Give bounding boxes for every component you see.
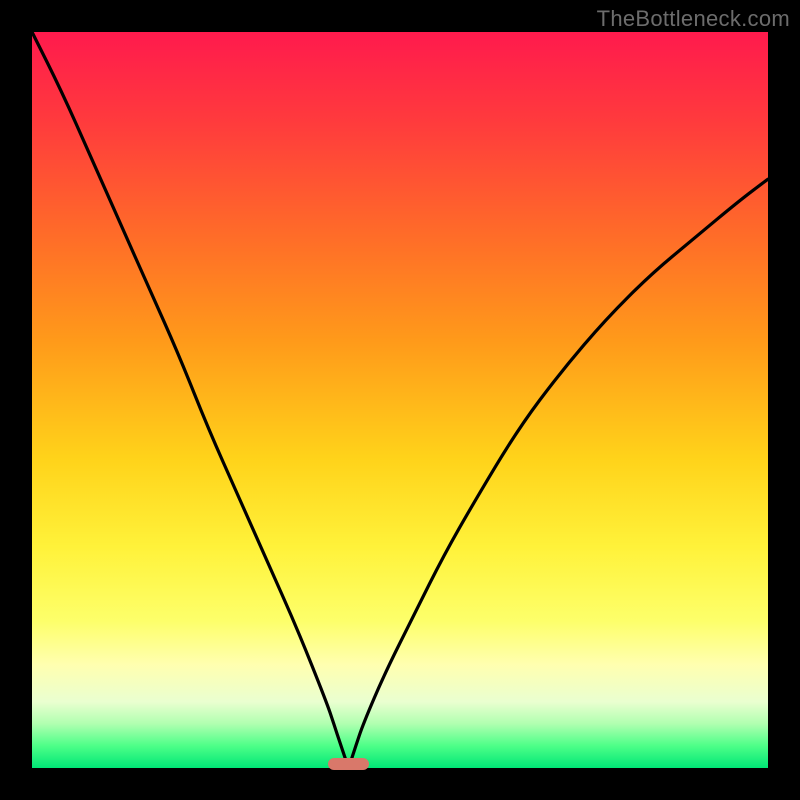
plot-area	[32, 32, 768, 768]
watermark-text: TheBottleneck.com	[597, 6, 790, 32]
chart-frame: TheBottleneck.com	[0, 0, 800, 800]
bottleneck-curves	[32, 32, 768, 768]
left-curve	[32, 32, 349, 768]
right-curve	[349, 179, 769, 768]
minimum-marker	[328, 758, 368, 770]
